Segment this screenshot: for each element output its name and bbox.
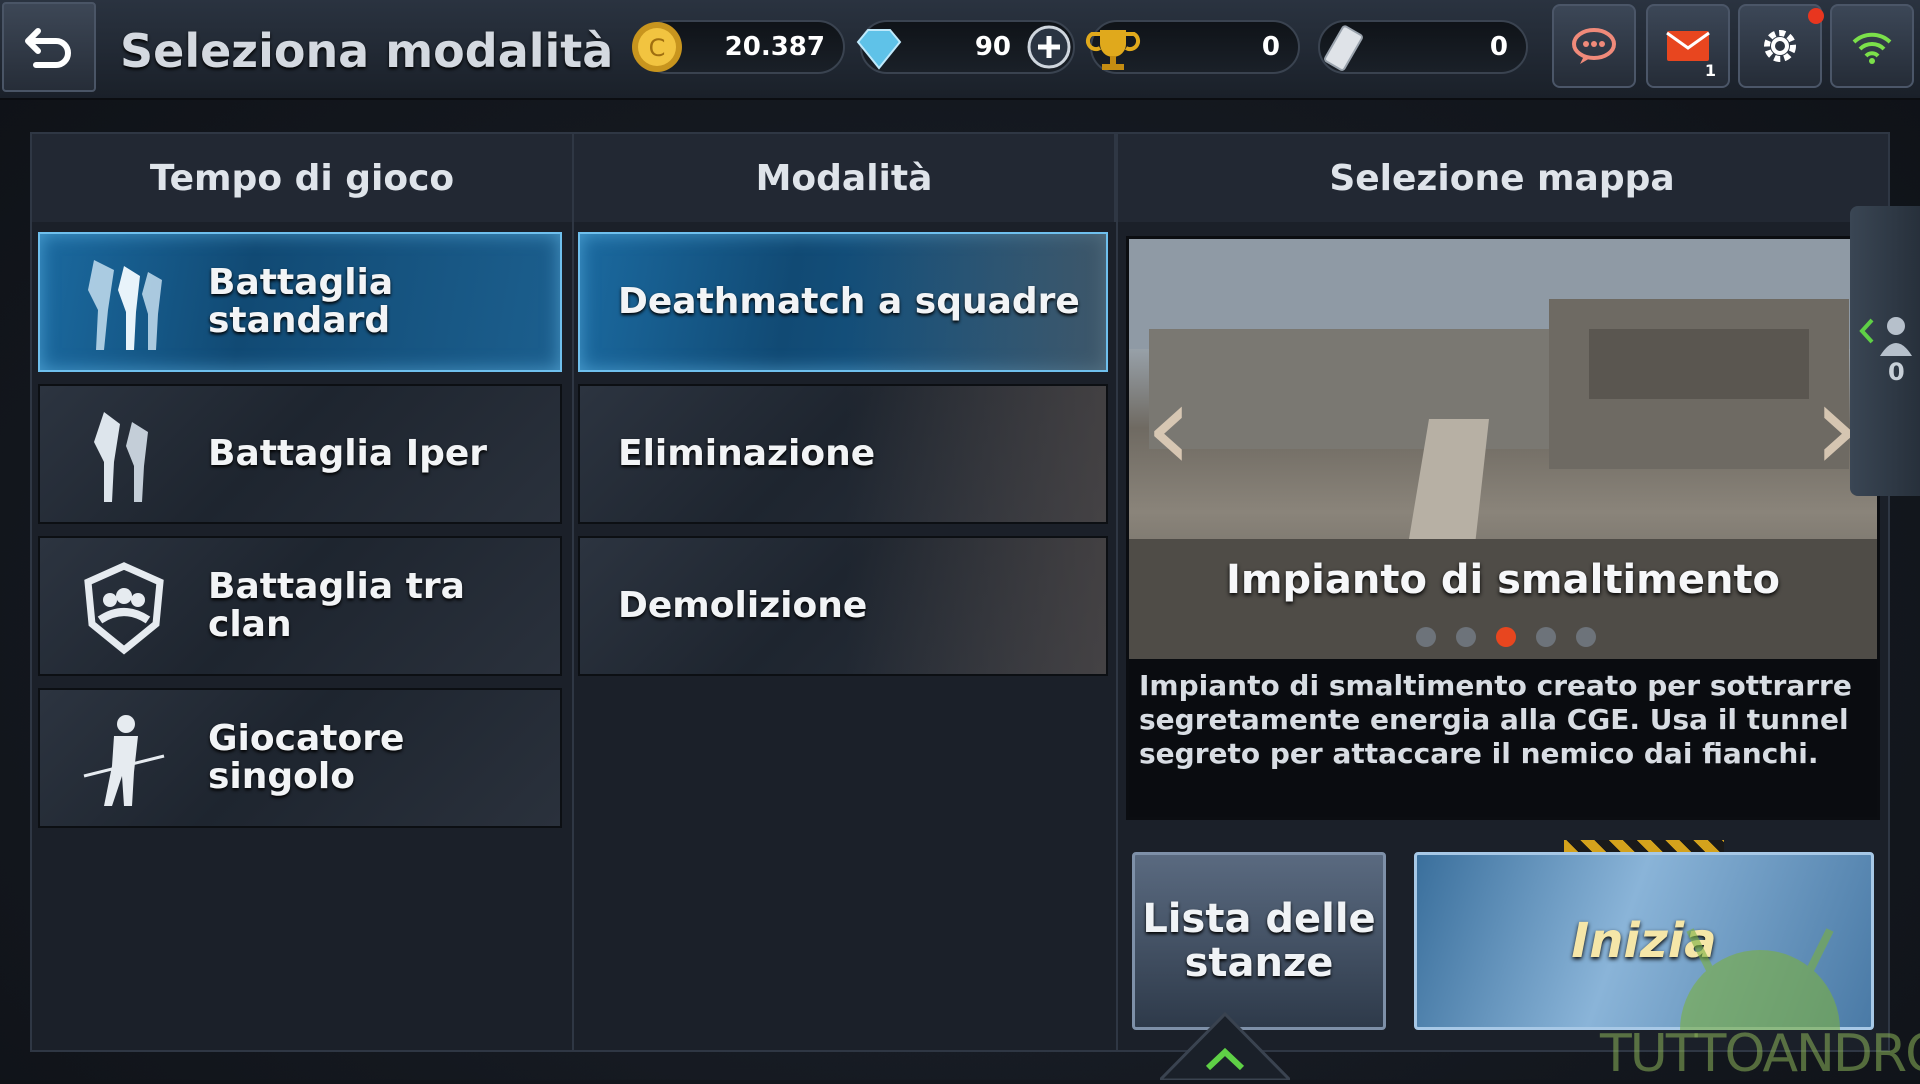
column-divider — [572, 134, 574, 1050]
back-arrow-icon — [25, 28, 71, 68]
battle-type-single-player[interactable]: Giocatore singolo — [38, 688, 562, 828]
gear-icon — [1764, 30, 1796, 62]
map-name: Impianto di smaltimento — [1225, 557, 1781, 603]
map-page-dot[interactable] — [1576, 627, 1596, 647]
chat-button[interactable] — [1552, 4, 1636, 88]
side-player-tab[interactable]: 0 — [1850, 206, 1920, 496]
svg-text:C: C — [649, 34, 666, 62]
chevron-left-icon — [1859, 318, 1874, 344]
battle-type-label: Giocatore singolo — [208, 718, 405, 797]
network-button[interactable] — [1830, 4, 1914, 88]
page-title: Seleziona modalità — [120, 24, 614, 78]
android-logo-watermark — [1680, 928, 1840, 1030]
settings-button[interactable] — [1738, 4, 1824, 88]
mail-button[interactable]: 1 — [1646, 4, 1730, 88]
battle-type-label: Battaglia tra clan — [208, 566, 465, 645]
map-page-dot[interactable] — [1416, 627, 1436, 647]
chevron-up-icon — [1160, 1011, 1290, 1080]
battle-type-clan[interactable]: Battaglia tra clan — [38, 536, 562, 676]
card-icon — [1324, 25, 1363, 71]
mode-team-deathmatch[interactable]: Deathmatch a squadre — [578, 232, 1108, 372]
soldiers-icon — [94, 412, 148, 502]
soldier-icon — [83, 715, 165, 806]
map-page-dot[interactable] — [1496, 627, 1516, 647]
coin-icon: C — [632, 22, 682, 72]
mode-demolition[interactable]: Demolizione — [578, 536, 1108, 676]
top-bar: Seleziona modalità 20.387 C 90 0 0 1 — [0, 0, 1920, 100]
room-list-button[interactable]: Lista delle stanze — [1132, 852, 1386, 1030]
diamond-value: 90 — [974, 32, 1011, 62]
map-prev-arrow[interactable]: ‹ — [1145, 359, 1193, 498]
expand-up-tab[interactable] — [1160, 1008, 1290, 1080]
map-page-dot[interactable] — [1456, 627, 1476, 647]
card-value: 0 — [1489, 32, 1508, 62]
settings-notification-dot — [1808, 8, 1824, 24]
player-count: 0 — [1888, 358, 1905, 386]
diamond-icon — [856, 29, 902, 70]
coin-value: 20.387 — [724, 32, 825, 62]
column-divider — [1116, 134, 1118, 1050]
hazard-stripe — [1564, 840, 1724, 852]
battle-type-standard[interactable]: Battaglia standard — [38, 232, 562, 372]
trophy-icon — [1085, 30, 1141, 70]
battle-type-hyper[interactable]: Battaglia Iper — [38, 384, 562, 524]
mail-icon — [1666, 31, 1710, 61]
map-description: Impianto di smaltimento creato per sottr… — [1139, 669, 1852, 770]
column-header-mode: Modalità — [574, 134, 1116, 222]
add-diamonds-icon[interactable] — [1026, 24, 1072, 70]
mode-label: Eliminazione — [618, 433, 876, 474]
player-icon — [1880, 317, 1912, 356]
battle-type-label: Battaglia Iper — [208, 433, 488, 474]
chat-icon — [1572, 28, 1616, 64]
mode-artwork — [846, 538, 1106, 674]
map-preview: ‹ › Impianto di smaltimento Impianto di … — [1126, 236, 1880, 820]
mode-artwork — [846, 386, 1106, 522]
back-button[interactable] — [2, 2, 96, 92]
wifi-icon — [1852, 32, 1892, 64]
mode-label: Demolizione — [618, 585, 868, 626]
mode-label: Deathmatch a squadre — [618, 281, 1080, 322]
map-page-dot[interactable] — [1536, 627, 1556, 647]
column-header-play-time: Tempo di gioco — [32, 134, 574, 222]
battle-type-label: Battaglia standard — [208, 262, 394, 341]
watermark-text: TUTTOANDROID — [1600, 1024, 1920, 1084]
clan-shield-icon — [84, 562, 164, 655]
mail-count: 1 — [1704, 61, 1716, 80]
room-list-label: Lista delle stanze — [1142, 896, 1376, 986]
column-header-map-select: Selezione mappa — [1116, 134, 1888, 222]
trophy-value: 0 — [1261, 32, 1280, 62]
squad-icon — [88, 260, 162, 350]
mode-elimination[interactable]: Eliminazione — [578, 384, 1108, 524]
